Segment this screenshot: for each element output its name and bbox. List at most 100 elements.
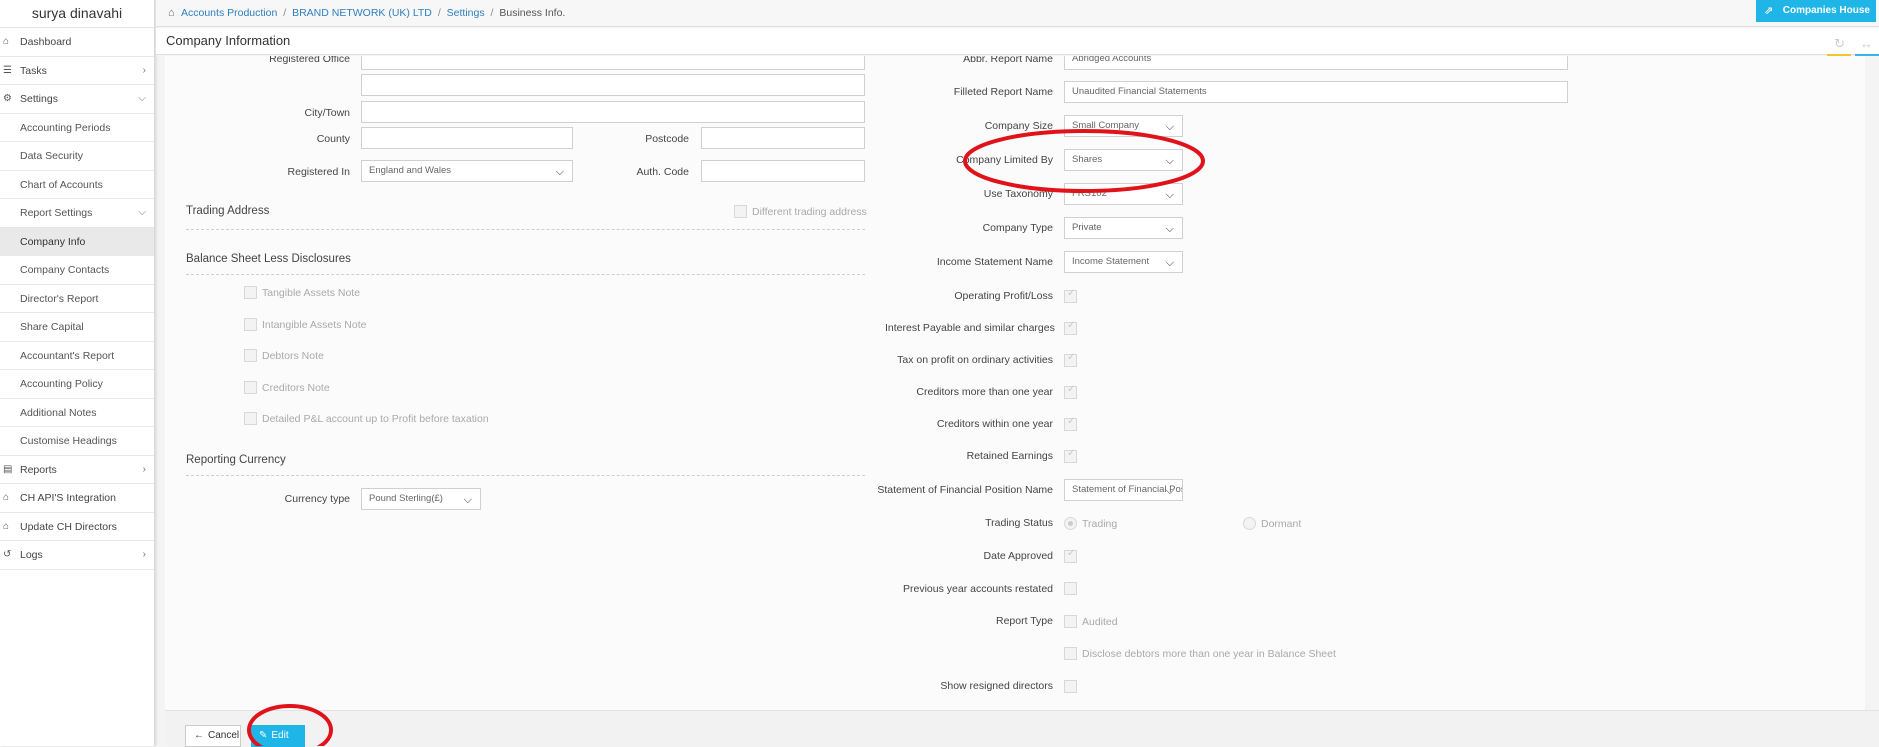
sidebar-item-reports[interactable]: ▤ Reports › bbox=[0, 456, 154, 484]
operating-profit-checkbox[interactable] bbox=[1064, 288, 1077, 303]
trading-address-heading: Trading Address bbox=[186, 205, 270, 217]
currency-type-select[interactable]: Pound Sterling(£) ⌵ bbox=[361, 488, 481, 510]
tax-on-profit-label: Tax on profit on ordinary activities bbox=[897, 354, 1053, 366]
chevron-right-icon: › bbox=[142, 549, 146, 560]
postcode-input[interactable] bbox=[701, 127, 865, 149]
sidebar-item-report-settings[interactable]: Report Settings ⌵ bbox=[0, 199, 154, 228]
interest-payable-checkbox[interactable] bbox=[1064, 320, 1077, 335]
history-icon: ↺ bbox=[3, 549, 12, 560]
chevron-down-icon: ⌵ bbox=[555, 166, 564, 178]
currency-type-value: Pound Sterling(£) bbox=[369, 493, 443, 504]
auth-code-label: Auth. Code bbox=[636, 166, 689, 178]
dormant-radio-label: Dormant bbox=[1261, 518, 1302, 530]
detailed-pl-checkbox[interactable] bbox=[244, 412, 257, 425]
audited-checkbox[interactable] bbox=[1064, 615, 1077, 628]
prev-year-restated-checkbox[interactable] bbox=[1064, 582, 1077, 595]
intangible-assets-note-checkbox[interactable] bbox=[244, 318, 257, 331]
different-trading-address-checkbox[interactable] bbox=[734, 205, 747, 218]
sidebar-item-accounting-periods[interactable]: Accounting Periods bbox=[0, 114, 154, 142]
registered-in-select[interactable]: England and Wales ⌵ bbox=[361, 160, 573, 182]
abbr-report-name-input[interactable]: Abridged Accounts bbox=[1064, 56, 1568, 70]
dormant-radio[interactable] bbox=[1243, 517, 1256, 530]
intangible-assets-note-label: Intangible Assets Note bbox=[262, 319, 367, 331]
section-divider bbox=[186, 274, 865, 275]
sidebar-item-company-info[interactable]: Company Info bbox=[0, 227, 154, 256]
sidebar-item-label: Additional Notes bbox=[20, 406, 97, 419]
gear-icon: ⚙ bbox=[3, 93, 12, 104]
company-limited-by-select[interactable]: Shares ⌵ bbox=[1064, 149, 1183, 171]
company-size-select[interactable]: Small Company ⌵ bbox=[1064, 115, 1183, 137]
trading-radio[interactable] bbox=[1064, 517, 1077, 530]
sidebar-item-company-contacts[interactable]: Company Contacts bbox=[0, 256, 154, 285]
sidebar-item-logs[interactable]: ↺ Logs › bbox=[0, 541, 154, 570]
sidebar-item-accountants-report[interactable]: Accountant's Report bbox=[0, 342, 154, 370]
creditors-more-than-one-year-checkbox[interactable] bbox=[1064, 384, 1077, 399]
sidebar-item-customise-headings[interactable]: Customise Headings bbox=[0, 427, 154, 456]
companies-house-label: Companies House bbox=[1782, 5, 1870, 16]
auth-code-input[interactable] bbox=[701, 160, 865, 182]
disclose-debtors-label: Disclose debtors more than one year in B… bbox=[1082, 648, 1336, 660]
filleted-report-name-input[interactable]: Unaudited Financial Statements bbox=[1064, 81, 1568, 103]
page-title-bar: Company Information ↻ ↔ bbox=[156, 28, 1879, 56]
show-resigned-directors-label: Show resigned directors bbox=[940, 680, 1053, 692]
breadcrumb-link-company[interactable]: BRAND NETWORK (UK) LTD bbox=[292, 7, 432, 19]
tangible-assets-note-checkbox[interactable] bbox=[244, 286, 257, 299]
sidebar-item-settings[interactable]: ⚙ Settings ⌵ bbox=[0, 85, 154, 114]
tangible-assets-note-label: Tangible Assets Note bbox=[262, 287, 361, 299]
creditors-within-one-year-checkbox[interactable] bbox=[1064, 416, 1077, 431]
company-size-label: Company Size bbox=[984, 120, 1053, 132]
sidebar-item-dashboard[interactable]: ⌂ Dashboard bbox=[0, 28, 154, 57]
registered-office-line2-input[interactable] bbox=[361, 74, 865, 96]
dashboard-icon: ⌂ bbox=[3, 36, 10, 47]
sidebar-item-additional-notes[interactable]: Additional Notes bbox=[0, 399, 154, 427]
breadcrumb: ⌂ Accounts Production / BRAND NETWORK (U… bbox=[156, 0, 1879, 27]
sidebar-item-share-capital[interactable]: Share Capital bbox=[0, 313, 154, 342]
filleted-report-name-label: Filleted Report Name bbox=[953, 86, 1053, 98]
disclose-debtors-checkbox[interactable] bbox=[1064, 647, 1077, 660]
use-taxonomy-select[interactable]: FRS102 ⌵ bbox=[1064, 183, 1183, 205]
debtors-note-checkbox[interactable] bbox=[244, 349, 257, 362]
registered-in-label: Registered In bbox=[287, 166, 350, 178]
date-approved-checkbox[interactable] bbox=[1064, 548, 1077, 563]
sidebar-item-update-ch-directors[interactable]: ⌂ Update CH Directors bbox=[0, 513, 154, 541]
city-input[interactable] bbox=[361, 101, 865, 123]
retained-earnings-checkbox[interactable] bbox=[1064, 448, 1077, 463]
sidebar-item-accounting-policy[interactable]: Accounting Policy bbox=[0, 370, 154, 399]
arrow-left-icon: ← bbox=[194, 730, 204, 741]
cancel-button[interactable]: ← Cancel bbox=[185, 725, 241, 747]
income-statement-name-select[interactable]: Income Statement ⌵ bbox=[1064, 251, 1183, 273]
external-link-icon: ⇗ bbox=[1764, 5, 1774, 17]
date-approved-label: Date Approved bbox=[983, 550, 1053, 562]
sidebar-item-label: Accounting Periods bbox=[20, 121, 111, 134]
sidebar-item-label: Logs bbox=[20, 549, 43, 561]
reports-icon: ▤ bbox=[3, 463, 13, 475]
home-icon: ⌂ bbox=[3, 492, 10, 503]
home-icon[interactable]: ⌂ bbox=[168, 7, 175, 19]
company-type-select[interactable]: Private ⌵ bbox=[1064, 217, 1183, 239]
sidebar-item-label: Data Security bbox=[20, 150, 84, 162]
sidebar-item-data-security[interactable]: Data Security bbox=[0, 142, 154, 171]
creditors-note-checkbox[interactable] bbox=[244, 381, 257, 394]
sidebar-item-tasks[interactable]: ☰ Tasks › bbox=[0, 57, 154, 85]
income-statement-name-label: Income Statement Name bbox=[936, 256, 1053, 268]
registered-office-line1-input[interactable] bbox=[361, 56, 865, 70]
breadcrumb-link-accounts-production[interactable]: Accounts Production bbox=[181, 7, 277, 19]
edit-button[interactable]: ✎ Edit bbox=[251, 725, 305, 747]
breadcrumb-separator: / bbox=[490, 7, 494, 19]
sidebar-item-ch-api-integration[interactable]: ⌂ CH API'S Integration bbox=[0, 484, 154, 513]
breadcrumb-link-settings[interactable]: Settings bbox=[447, 7, 485, 19]
operating-profit-label: Operating Profit/Loss bbox=[954, 290, 1053, 302]
sidebar-item-label: Company Info bbox=[20, 235, 86, 248]
company-limited-by-value: Shares bbox=[1072, 154, 1103, 165]
sidebar-item-directors-report[interactable]: Director's Report bbox=[0, 285, 154, 313]
show-resigned-directors-checkbox[interactable] bbox=[1064, 680, 1077, 693]
sidebar-item-chart-of-accounts[interactable]: Chart of Accounts bbox=[0, 171, 154, 199]
companies-house-button[interactable]: ⇗ Companies House bbox=[1756, 0, 1876, 22]
currency-type-label: Currency type bbox=[284, 493, 350, 505]
tax-on-profit-checkbox[interactable] bbox=[1064, 352, 1077, 367]
sidebar-item-label: Accountant's Report bbox=[20, 349, 115, 362]
county-input[interactable] bbox=[361, 127, 573, 149]
company-limited-by-label: Company Limited By bbox=[956, 154, 1053, 166]
sofp-name-select[interactable]: Statement of Financial Position ⌵ bbox=[1064, 479, 1183, 501]
county-label: County bbox=[316, 133, 350, 145]
